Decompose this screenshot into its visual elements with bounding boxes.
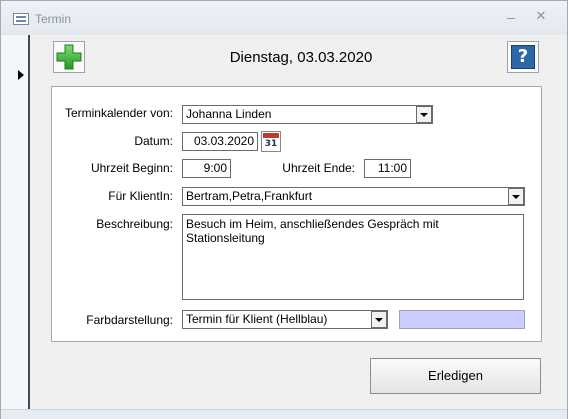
- plus-icon: [56, 44, 82, 70]
- client-label: Für KlientIn:: [108, 189, 173, 203]
- window-bottom-border: [1, 409, 567, 419]
- start-time-label: Uhrzeit Beginn:: [90, 161, 173, 175]
- form-icon: [13, 13, 29, 25]
- window-title: Termin: [35, 12, 72, 26]
- color-swatch: [399, 310, 525, 329]
- color-value: Termin für Klient (Hellblau): [186, 312, 328, 326]
- date-title: Dienstag, 03.03.2020: [229, 49, 373, 66]
- calendar-icon: [263, 133, 279, 138]
- current-record-arrow-icon: [18, 70, 24, 80]
- date-picker-button[interactable]: 31: [261, 131, 281, 152]
- help-button[interactable]: ?: [507, 41, 539, 73]
- calendar-owner-label: Terminkalender von:: [64, 106, 173, 120]
- title-bar[interactable]: Termin – ✕: [1, 1, 567, 35]
- client-dropdown-button[interactable]: [508, 188, 524, 205]
- calendar-icon-day: 31: [264, 139, 278, 149]
- start-time-input[interactable]: 9:00: [182, 159, 231, 178]
- help-icon: ?: [511, 45, 535, 69]
- end-time-input[interactable]: 11:00: [364, 159, 411, 178]
- description-textarea[interactable]: Besuch im Heim, anschließendes Gespräch …: [182, 214, 524, 300]
- description-label: Beschreibung:: [96, 217, 173, 231]
- client-select[interactable]: Bertram,Petra,Frankfurt: [182, 187, 525, 206]
- record-selector[interactable]: [1, 35, 30, 409]
- calendar-owner-dropdown-button[interactable]: [416, 106, 432, 123]
- description-value: Besuch im Heim, anschließendes Gespräch …: [186, 217, 439, 245]
- add-appointment-button[interactable]: [53, 41, 85, 73]
- color-dropdown-button[interactable]: [371, 311, 387, 328]
- dialog-window: Termin – ✕ Dienstag, 03.03.2020 ? Termin…: [0, 0, 568, 419]
- color-label: Farbdarstellung:: [86, 313, 173, 327]
- end-time-value: 11:00: [377, 161, 407, 175]
- client-value: Bertram,Petra,Frankfurt: [186, 189, 313, 203]
- minimize-button[interactable]: –: [503, 9, 519, 25]
- start-time-value: 9:00: [203, 161, 227, 175]
- close-button[interactable]: ✕: [533, 8, 549, 24]
- end-time-label: Uhrzeit Ende:: [282, 161, 355, 175]
- date-label: Datum:: [134, 134, 173, 148]
- date-input[interactable]: 03.03.2020: [182, 132, 258, 151]
- calendar-owner-value: Johanna Linden: [186, 107, 272, 121]
- done-button[interactable]: Erledigen: [370, 358, 541, 394]
- color-select[interactable]: Termin für Klient (Hellblau): [182, 310, 388, 329]
- date-value: 03.03.2020: [193, 134, 254, 148]
- calendar-owner-select[interactable]: Johanna Linden: [182, 105, 433, 124]
